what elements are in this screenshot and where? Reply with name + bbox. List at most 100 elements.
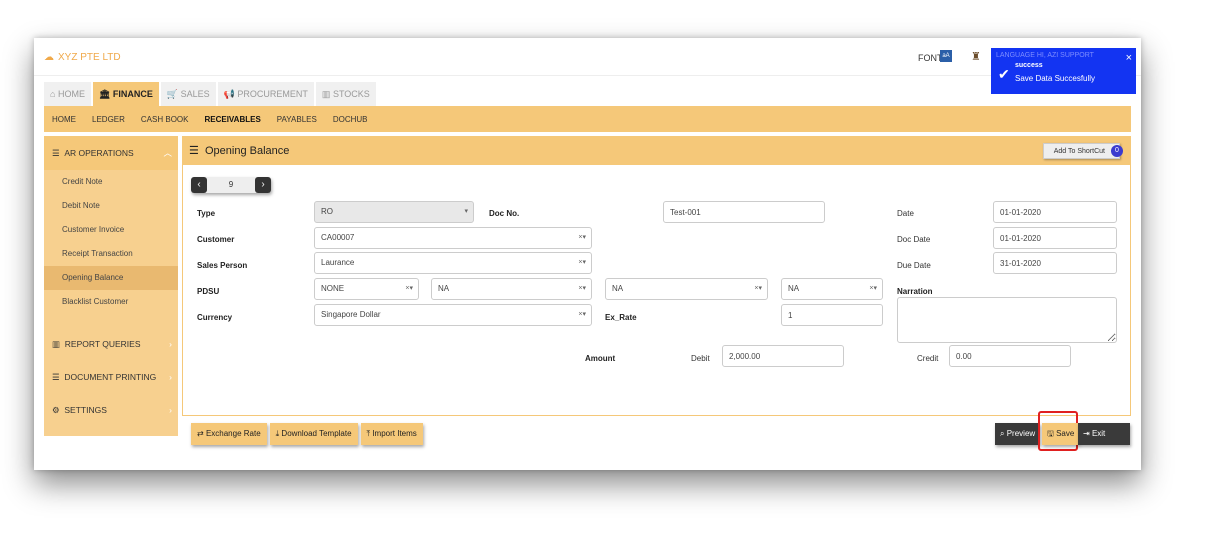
doc-no-input[interactable] <box>663 201 825 223</box>
cloud-logo-icon: ☁ <box>44 52 54 63</box>
toast-underlay-text: LANGUAGE HI, AZI SUPPORT <box>996 52 1094 59</box>
search-icon: ⌕ <box>1000 429 1005 438</box>
bar-chart-icon: ▥ <box>321 89 331 99</box>
button-label: Exchange Rate <box>205 429 261 438</box>
due-date-input[interactable] <box>993 252 1117 274</box>
tab-procurement[interactable]: 📢 PROCUREMENT <box>217 82 314 106</box>
clear-dropdown-icon[interactable]: ×▾ <box>578 279 586 299</box>
doc-date-input[interactable] <box>993 227 1117 249</box>
megaphone-icon: 📢 <box>223 89 235 99</box>
subnav-cash-book[interactable]: CASH BOOK <box>141 115 189 124</box>
chevron-up-icon: ︿ <box>163 148 172 158</box>
pdsu-select-1[interactable]: NONE ×▾ <box>314 278 419 300</box>
toast-message: Save Data Succesfully <box>1015 74 1096 83</box>
sidebar-item-receipt-transaction[interactable]: Receipt Transaction <box>44 242 178 266</box>
section-label: AR OPERATIONS <box>64 148 134 158</box>
type-value: RO <box>321 207 333 216</box>
sidebar-item-debit-note[interactable]: Debit Note <box>44 194 178 218</box>
sidebar-item-blacklist-customer[interactable]: Blacklist Customer <box>44 290 178 314</box>
clear-dropdown-icon[interactable]: ×▾ <box>578 253 586 273</box>
clear-dropdown-icon[interactable]: ×▾ <box>578 305 586 325</box>
clear-dropdown-icon[interactable]: ×▾ <box>754 279 762 299</box>
font-label: FONT <box>918 53 943 63</box>
debit-input[interactable] <box>722 345 844 367</box>
credit-input[interactable] <box>949 345 1071 367</box>
button-label: Import Items <box>372 429 417 438</box>
debit-label: Debit <box>691 354 710 363</box>
chevron-right-icon: › <box>169 372 172 382</box>
import-icon: ⤒ <box>366 429 371 438</box>
tab-stocks[interactable]: ▥ STOCKS <box>315 82 376 106</box>
doc-no-label: Doc No. <box>489 209 520 218</box>
doc-date-label: Doc Date <box>897 235 931 244</box>
sales-person-select[interactable]: Laurance ×▾ <box>314 252 592 274</box>
sidebar-item-opening-balance[interactable]: Opening Balance <box>44 266 178 290</box>
pdsu-label: PDSU <box>197 287 220 296</box>
button-label: Save <box>1056 429 1075 438</box>
sidebar-item-customer-invoice[interactable]: Customer Invoice <box>44 218 178 242</box>
pager-value: 9 <box>228 180 234 189</box>
chevron-down-icon: ▾ <box>464 208 468 215</box>
amount-label: Amount <box>585 354 616 363</box>
chevron-right-icon[interactable]: › <box>255 177 271 193</box>
tab-finance[interactable]: 🏛 FINANCE <box>92 82 159 106</box>
page-title: ☰ Opening Balance <box>189 144 289 157</box>
font-size-icon[interactable]: aA <box>940 50 952 62</box>
subnav-payables[interactable]: PAYABLES <box>277 115 317 124</box>
sidebar-section-report-queries[interactable]: ▥ REPORT QUERIES › <box>44 328 178 361</box>
type-label: Type <box>197 209 216 218</box>
subnav-home[interactable]: HOME <box>52 115 76 124</box>
cart-icon: 🛒 <box>166 89 179 99</box>
import-items-button[interactable]: ⤒ Import Items <box>360 423 423 445</box>
pdsu-select-4[interactable]: NA ×▾ <box>781 278 883 300</box>
tab-label: SALES <box>180 89 210 99</box>
clear-dropdown-icon[interactable]: ×▾ <box>869 279 877 299</box>
type-select[interactable]: RO ▾ <box>314 201 474 223</box>
sidebar-section-document-printing[interactable]: ☰ DOCUMENT PRINTING › <box>44 361 178 394</box>
clear-dropdown-icon[interactable]: ×▾ <box>578 228 586 248</box>
currency-select[interactable]: Singapore Dollar ×▾ <box>314 304 592 326</box>
close-icon[interactable]: × <box>1126 52 1132 64</box>
floppy-icon: 🖫 <box>1047 429 1054 438</box>
preview-button[interactable]: ⌕ Preview <box>995 423 1041 445</box>
exit-button[interactable]: ⇥ Exit (F10) <box>1078 423 1130 460</box>
tab-label: HOME <box>57 89 85 99</box>
home-icon: ⌂ <box>50 89 56 99</box>
clear-dropdown-icon[interactable]: ×▾ <box>405 279 413 299</box>
opening-balance-panel: ☰ Opening Balance Add To ShortCut 0 ‹ 9 … <box>182 136 1131 460</box>
sidebar-item-credit-note[interactable]: Credit Note <box>44 170 178 194</box>
shortcut-badge: 0 <box>1111 145 1123 157</box>
chevron-left-icon[interactable]: ‹ <box>191 177 207 193</box>
narration-textarea[interactable] <box>897 297 1117 343</box>
pdsu-select-3[interactable]: NA ×▾ <box>605 278 768 300</box>
list-icon: ☰ <box>52 148 60 158</box>
sidebar-section-ar-operations[interactable]: ☰ AR OPERATIONS ︿ <box>44 136 178 170</box>
customer-label: Customer <box>197 235 235 244</box>
exchange-rate-button[interactable]: ⇄ Exchange Rate <box>191 423 267 445</box>
tab-sales[interactable]: 🛒 SALES <box>160 82 216 106</box>
date-input[interactable] <box>993 201 1117 223</box>
ex-rate-input[interactable] <box>781 304 883 326</box>
subnav-ledger[interactable]: LEDGER <box>92 115 125 124</box>
customer-select[interactable]: CA00007 ×▾ <box>314 227 592 249</box>
add-to-shortcut-button[interactable]: Add To ShortCut 0 <box>1042 143 1123 159</box>
tab-home[interactable]: ⌂ HOME <box>44 82 91 106</box>
record-pager: ‹ 9 › <box>191 177 271 193</box>
brand[interactable]: ☁ XYZ PTE LTD <box>44 52 121 63</box>
bar-chart-icon: ▥ <box>52 339 61 349</box>
save-button[interactable]: 🖫 Save <box>1042 423 1080 445</box>
subnav-dochub[interactable]: DOCHUB <box>333 115 368 124</box>
pdsu-value: NONE <box>321 284 345 293</box>
sidebar-section-settings[interactable]: ⚙ SETTINGS › <box>44 394 178 427</box>
download-template-button[interactable]: ⤓ Download Template <box>269 423 358 445</box>
customer-value: CA00007 <box>321 233 355 242</box>
pdsu-select-2[interactable]: NA ×▾ <box>431 278 592 300</box>
button-label: Preview <box>1006 429 1036 438</box>
page-title-text: Opening Balance <box>205 145 290 157</box>
user-avatar-icon[interactable]: ♜ <box>971 50 981 63</box>
action-buttons-left: ⇄ Exchange Rate ⤓ Download Template ⤒ Im… <box>191 423 426 445</box>
menu-icon: ☰ <box>189 145 199 157</box>
exit-icon: ⇥ <box>1083 429 1090 438</box>
subnav-receivables[interactable]: RECEIVABLES <box>204 115 260 124</box>
top-bar: ☁ XYZ PTE LTD FONT aA ♜ <box>34 38 1141 76</box>
